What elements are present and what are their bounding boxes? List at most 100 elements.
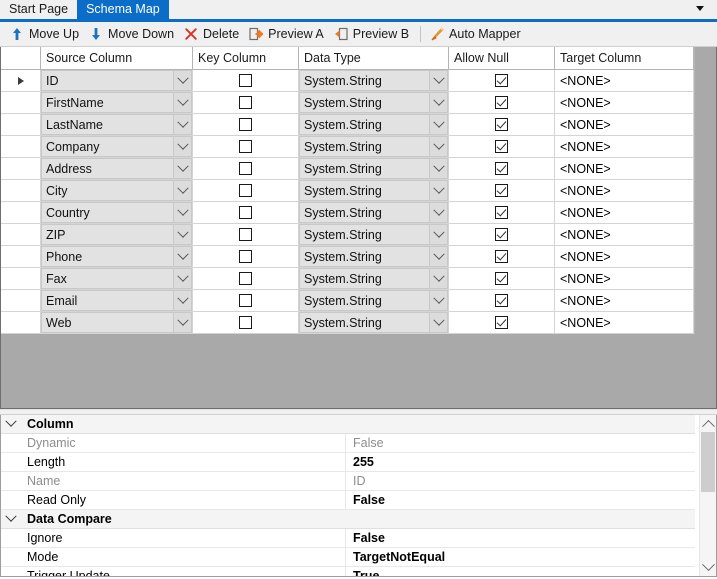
source-column-cell[interactable]: Country xyxy=(41,202,193,223)
preview-b-button[interactable]: Preview B xyxy=(330,24,415,45)
dropdown-button[interactable] xyxy=(173,225,191,244)
dropdown-button[interactable] xyxy=(173,313,191,332)
key-column-cell[interactable] xyxy=(193,312,299,333)
row-header-cell[interactable] xyxy=(1,158,41,179)
dropdown-button[interactable] xyxy=(173,247,191,266)
table-row[interactable]: City System.String <NONE> xyxy=(1,180,694,202)
key-column-checkbox[interactable] xyxy=(239,272,252,285)
source-column-combobox[interactable]: Fax xyxy=(41,268,192,289)
property-row[interactable]: Name ID xyxy=(1,472,695,491)
row-header-cell[interactable] xyxy=(1,268,41,289)
property-row[interactable]: Length 255 xyxy=(1,453,695,472)
target-column-cell[interactable]: <NONE> xyxy=(555,268,694,289)
property-grid-scrollbar[interactable] xyxy=(699,415,716,576)
key-column-cell[interactable] xyxy=(193,202,299,223)
scrollbar-track[interactable] xyxy=(700,432,716,559)
dropdown-button[interactable] xyxy=(429,203,447,222)
target-column-cell[interactable]: <NONE> xyxy=(555,202,694,223)
data-type-combobox[interactable]: System.String xyxy=(299,268,448,289)
data-type-combobox[interactable]: System.String xyxy=(299,224,448,245)
key-column-checkbox[interactable] xyxy=(239,294,252,307)
key-column-cell[interactable] xyxy=(193,92,299,113)
dropdown-button[interactable] xyxy=(429,159,447,178)
key-column-checkbox[interactable] xyxy=(239,74,252,87)
key-column-checkbox[interactable] xyxy=(239,206,252,219)
column-header-data-type[interactable]: Data Type xyxy=(299,47,449,69)
table-row[interactable]: Country System.String <NONE> xyxy=(1,202,694,224)
property-row[interactable]: Dynamic False xyxy=(1,434,695,453)
dropdown-button[interactable] xyxy=(173,291,191,310)
table-row[interactable]: ID System.String <NONE> xyxy=(1,70,694,92)
dropdown-button[interactable] xyxy=(173,115,191,134)
source-column-cell[interactable]: Address xyxy=(41,158,193,179)
dropdown-button[interactable] xyxy=(429,313,447,332)
tab-start-page[interactable]: Start Page xyxy=(0,0,78,19)
data-type-combobox[interactable]: System.String xyxy=(299,246,448,267)
key-column-checkbox[interactable] xyxy=(239,250,252,263)
column-header-target-column[interactable]: Target Column xyxy=(555,47,694,69)
column-header-key-column[interactable]: Key Column xyxy=(193,47,299,69)
data-type-combobox[interactable]: System.String xyxy=(299,114,448,135)
target-column-cell[interactable]: <NONE> xyxy=(555,246,694,267)
dropdown-button[interactable] xyxy=(429,225,447,244)
source-column-combobox[interactable]: Email xyxy=(41,290,192,311)
target-column-cell[interactable]: <NONE> xyxy=(555,290,694,311)
dropdown-button[interactable] xyxy=(173,137,191,156)
dropdown-button[interactable] xyxy=(173,71,191,90)
table-row[interactable]: ZIP System.String <NONE> xyxy=(1,224,694,246)
allow-null-cell[interactable] xyxy=(449,312,555,333)
key-column-cell[interactable] xyxy=(193,224,299,245)
allow-null-checkbox[interactable] xyxy=(495,294,508,307)
dropdown-button[interactable] xyxy=(173,181,191,200)
allow-null-checkbox[interactable] xyxy=(495,96,508,109)
key-column-cell[interactable] xyxy=(193,290,299,311)
allow-null-checkbox[interactable] xyxy=(495,316,508,329)
auto-mapper-button[interactable]: Auto Mapper xyxy=(426,24,527,45)
dropdown-button[interactable] xyxy=(429,269,447,288)
data-type-cell[interactable]: System.String xyxy=(299,136,449,157)
data-type-combobox[interactable]: System.String xyxy=(299,180,448,201)
target-column-cell[interactable]: <NONE> xyxy=(555,92,694,113)
key-column-cell[interactable] xyxy=(193,180,299,201)
data-type-cell[interactable]: System.String xyxy=(299,224,449,245)
property-row[interactable]: Trigger Update True xyxy=(1,567,695,576)
allow-null-cell[interactable] xyxy=(449,290,555,311)
delete-button[interactable]: Delete xyxy=(180,24,245,45)
column-header-allow-null[interactable]: Allow Null xyxy=(449,47,555,69)
scroll-down-button[interactable] xyxy=(700,558,716,576)
allow-null-checkbox[interactable] xyxy=(495,140,508,153)
allow-null-cell[interactable] xyxy=(449,136,555,157)
allow-null-checkbox[interactable] xyxy=(495,206,508,219)
key-column-cell[interactable] xyxy=(193,136,299,157)
target-column-cell[interactable]: <NONE> xyxy=(555,312,694,333)
property-row[interactable]: Read Only False xyxy=(1,491,695,510)
data-type-combobox[interactable]: System.String xyxy=(299,290,448,311)
property-value[interactable]: 255 xyxy=(346,455,695,469)
row-header-cell[interactable] xyxy=(1,92,41,113)
key-column-checkbox[interactable] xyxy=(239,184,252,197)
key-column-cell[interactable] xyxy=(193,246,299,267)
column-header-source-column[interactable]: Source Column xyxy=(41,47,193,69)
property-value[interactable]: False xyxy=(346,531,695,545)
key-column-checkbox[interactable] xyxy=(239,118,252,131)
source-column-combobox[interactable]: FirstName xyxy=(41,92,192,113)
source-column-cell[interactable]: Fax xyxy=(41,268,193,289)
allow-null-checkbox[interactable] xyxy=(495,272,508,285)
row-header-cell[interactable] xyxy=(1,180,41,201)
tab-schema-map[interactable]: Schema Map xyxy=(77,0,169,19)
move-up-button[interactable]: Move Up xyxy=(6,24,85,45)
table-row[interactable]: Web System.String <NONE> xyxy=(1,312,694,334)
row-header-cell[interactable] xyxy=(1,224,41,245)
allow-null-cell[interactable] xyxy=(449,158,555,179)
row-header-cell[interactable] xyxy=(1,136,41,157)
category-expander[interactable] xyxy=(1,510,21,523)
source-column-cell[interactable]: FirstName xyxy=(41,92,193,113)
allow-null-cell[interactable] xyxy=(449,114,555,135)
data-type-cell[interactable]: System.String xyxy=(299,180,449,201)
row-header-cell[interactable] xyxy=(1,114,41,135)
table-row[interactable]: Company System.String <NONE> xyxy=(1,136,694,158)
preview-a-button[interactable]: Preview A xyxy=(245,24,330,45)
source-column-cell[interactable]: Email xyxy=(41,290,193,311)
dropdown-button[interactable] xyxy=(173,93,191,112)
data-type-cell[interactable]: System.String xyxy=(299,114,449,135)
